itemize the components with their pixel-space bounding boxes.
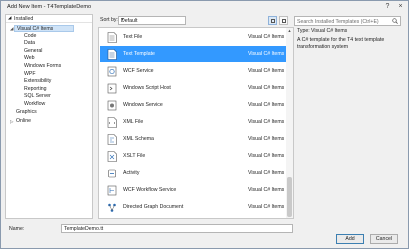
scrollbar-thumb[interactable] [287, 177, 292, 217]
template-row-windows-script-host[interactable]: Windows Script Host Visual C# Items [100, 80, 286, 96]
template-category: Visual C# Items [248, 34, 285, 40]
tree-item-sql-server[interactable]: SQL Server [24, 93, 51, 100]
template-category: Visual C# Items [248, 136, 285, 142]
template-category-tree: ◢ Installed ◢ Visual C# Items Code Data … [5, 14, 93, 219]
template-name: WCF Workflow Service [123, 187, 177, 193]
template-row-text-template[interactable]: Text Template Visual C# Items [100, 46, 286, 62]
tree-item-web[interactable]: Web [24, 55, 35, 62]
template-category: Visual C# Items [248, 204, 285, 210]
template-category: Visual C# Items [248, 153, 285, 159]
template-name: XML File [123, 119, 144, 125]
template-category: Visual C# Items [248, 68, 285, 74]
installed-label: Installed [14, 16, 34, 22]
tree-item-general[interactable]: General [24, 48, 42, 55]
tree-item-windows-forms[interactable]: Windows Forms [24, 63, 61, 70]
xslt-file-icon [107, 151, 117, 162]
template-row-wcf-service[interactable]: WCF Service Visual C# Items [100, 63, 286, 79]
template-name: Windows Service [123, 102, 163, 108]
template-category: Visual C# Items [248, 102, 285, 108]
graph-document-icon [108, 203, 116, 212]
grid-view-button[interactable] [279, 16, 288, 25]
collapse-arrow-icon[interactable]: ▷ [10, 118, 13, 125]
tree-item-online[interactable]: Online [16, 118, 31, 125]
tree-item-extensibility[interactable]: Extensibility [24, 78, 51, 85]
sort-label: Sort by: [100, 17, 118, 23]
tree-item-reporting[interactable]: Reporting [24, 86, 47, 93]
close-icon[interactable]: × [396, 3, 405, 11]
scroll-up-icon[interactable]: ▲ [286, 28, 293, 33]
tree-item-wpf[interactable]: WPF [24, 71, 36, 78]
tree-item-code[interactable]: Code [24, 33, 36, 40]
tree-item-graphics[interactable]: Graphics [16, 109, 37, 116]
xml-file-icon [107, 117, 117, 128]
tree-item-workflow[interactable]: Workflow [24, 101, 45, 108]
wcf-service-icon [107, 66, 117, 77]
script-icon [107, 83, 117, 94]
help-icon[interactable]: ? [383, 3, 392, 11]
template-row-windows-service[interactable]: Windows Service Visual C# Items [100, 97, 286, 113]
template-name: Activity [123, 170, 140, 176]
name-input[interactable] [61, 224, 293, 233]
activity-icon [108, 169, 116, 178]
template-row-xml-schema[interactable]: XML Schema Visual C# Items [100, 131, 286, 147]
installed-header[interactable]: ◢ Installed [6, 15, 92, 23]
text-file-icon [107, 32, 117, 43]
template-row-directed-graph-document[interactable]: Directed Graph Document Visual C# Items [100, 199, 286, 215]
name-label: Name: [9, 226, 25, 232]
template-name: XSLT File [123, 153, 146, 159]
template-name: Text Template [123, 51, 155, 57]
template-row-text-file[interactable]: Text File Visual C# Items [100, 29, 286, 45]
text-template-icon [107, 49, 117, 60]
window-title: Add New Item - T4TemplateDemo [7, 4, 92, 10]
windows-service-icon [107, 100, 117, 111]
sort-toolbar: Sort by: Default ▾ [96, 14, 292, 26]
template-list: Text File Visual C# Items Text Template … [98, 27, 294, 219]
type-label: Type: [297, 28, 310, 34]
xml-schema-icon [107, 134, 117, 145]
wcf-workflow-icon [107, 185, 117, 196]
tree-item-data[interactable]: Data [24, 40, 35, 47]
template-name: XML Schema [123, 136, 154, 142]
template-category: Visual C# Items [248, 51, 285, 57]
list-view-icon [271, 19, 275, 23]
grid-view-icon [282, 19, 286, 23]
arrow-down-icon: ◢ [8, 15, 12, 20]
template-name: Text File [123, 34, 143, 40]
add-button[interactable]: Add [336, 234, 364, 244]
cancel-button[interactable]: Cancel [370, 234, 398, 244]
template-row-wcf-workflow-service[interactable]: WCF Workflow Service Visual C# Items [100, 182, 286, 198]
tree-item-visual-csharp-items[interactable]: Visual C# Items [14, 25, 74, 32]
template-category: Visual C# Items [248, 187, 285, 193]
template-row-activity[interactable]: Activity Visual C# Items [100, 165, 286, 181]
template-list-scrollbar[interactable]: ▲ [286, 28, 293, 218]
type-value: Visual C# Items [311, 28, 348, 34]
template-category: Visual C# Items [248, 119, 285, 125]
template-row-xslt-file[interactable]: XSLT File Visual C# Items [100, 148, 286, 164]
list-view-button[interactable] [268, 16, 277, 25]
search-icon[interactable] [392, 18, 398, 24]
template-name: WCF Service [123, 68, 154, 74]
tree-item-label: Visual C# Items [17, 26, 54, 32]
title-bar: Add New Item - T4TemplateDemo ? × [1, 1, 408, 13]
template-category: Visual C# Items [248, 170, 285, 176]
template-name: Directed Graph Document [123, 204, 184, 210]
details-pane: Type: Visual C# Items A C# template for … [297, 28, 405, 88]
sort-dropdown[interactable]: Default ▾ [118, 16, 186, 25]
chevron-down-icon: ▾ [121, 17, 124, 23]
add-new-item-dialog: Add New Item - T4TemplateDemo ? × ◢ Inst… [0, 0, 409, 249]
template-name: Windows Script Host [123, 85, 171, 91]
template-row-xml-file[interactable]: XML File Visual C# Items [100, 114, 286, 130]
search-input[interactable]: Search Installed Templates (Ctrl+E) [294, 16, 401, 26]
search-placeholder: Search Installed Templates (Ctrl+E) [297, 18, 379, 25]
template-category: Visual C# Items [248, 85, 285, 91]
template-description: A C# template for the T4 text template t… [297, 37, 385, 50]
expand-arrow-icon[interactable]: ◢ [10, 25, 13, 32]
